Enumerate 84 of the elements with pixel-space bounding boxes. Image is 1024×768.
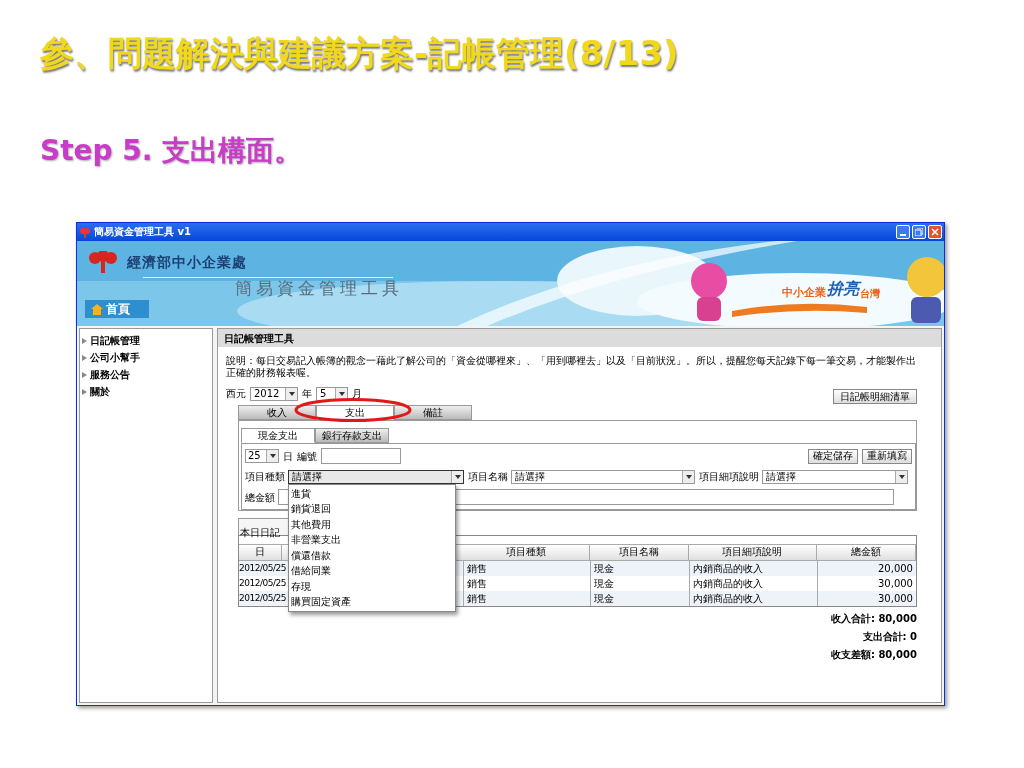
field-label: 項目細項說明 [699, 470, 759, 484]
save-button[interactable]: 確定儲存 [808, 448, 858, 464]
amount-label: 總金額 [245, 490, 275, 505]
total-text: 收入合計: 80,000 [830, 613, 917, 625]
dropdown-option[interactable]: 進貨 [289, 485, 455, 501]
triangle-icon [82, 354, 87, 361]
column-header: 項目種類 [462, 545, 590, 560]
era-label: 西元 [226, 387, 246, 401]
caret-icon [454, 474, 461, 479]
close-icon [931, 228, 939, 236]
journal-list-button[interactable]: 日記帳明細清單 [833, 389, 917, 404]
field-label: 項目種類 [245, 470, 285, 484]
dropdown-field[interactable]: 請選擇 [511, 469, 695, 484]
column-header: 日 [239, 545, 283, 560]
dropdown-button[interactable] [335, 387, 347, 400]
slogan-text: 中小企業 [782, 284, 826, 301]
dropdown-option[interactable]: 非營業支出 [289, 532, 455, 548]
dropdown-field[interactable]: 請選擇 [288, 469, 464, 484]
amount-field[interactable] [278, 489, 894, 505]
column-header: 項目名稱 [589, 545, 689, 560]
sub-tab[interactable]: 現金支出 [241, 428, 315, 443]
year-select[interactable]: 2012 [250, 386, 298, 401]
field-value: 請選擇 [291, 470, 323, 483]
dropdown-button[interactable] [682, 470, 694, 483]
description-text: 說明：每日交易記入帳簿的觀念一藉此了解公司的「資金從哪裡來」、「用到哪裡去」以及「目前狀況」。所以，提醒您每天記錄下每一筆交易，才能製作出正確的財務報表喔。 [226, 355, 917, 379]
dropdown-option[interactable]: 償還借款 [289, 547, 455, 563]
app-icon [79, 226, 91, 238]
table-cell: 內銷商品的收入 [689, 591, 818, 606]
column-header: 總金額 [817, 545, 916, 560]
dropdown-option[interactable]: 借給同業 [289, 563, 455, 579]
tab[interactable]: 收入 [238, 405, 316, 420]
app-name: 簡易資金管理工具 [235, 278, 404, 298]
year-label: 年 [302, 387, 312, 401]
caret-icon [685, 474, 692, 479]
column-header: 項目細項說明 [688, 545, 818, 560]
number-label: 編號 [297, 449, 317, 464]
agency-name: 經濟部中小企業處 [127, 252, 247, 272]
sidebar-item[interactable]: 公司小幫手 [82, 350, 212, 365]
number-field[interactable] [321, 448, 401, 464]
dropdown-button[interactable] [895, 470, 907, 483]
slide-title: 參、問題解決與建議方案-記帳管理(8/13) [40, 33, 679, 73]
month-label: 月 [352, 387, 362, 401]
triangle-icon [82, 371, 87, 378]
sidebar-item[interactable]: 關於 [82, 384, 212, 399]
field-value: 請選擇 [514, 470, 546, 483]
field-label: 項目名稱 [468, 470, 508, 484]
sidebar-item[interactable]: 服務公告 [82, 367, 212, 382]
caret-icon [288, 391, 295, 396]
dropdown-option[interactable]: 存現 [289, 578, 455, 594]
home-icon [91, 303, 103, 315]
sidebar-item[interactable]: 日記帳管理 [82, 333, 212, 348]
home-button[interactable]: 首頁 [85, 300, 149, 318]
day-select[interactable]: 25 [245, 449, 279, 463]
close-button[interactable] [928, 225, 942, 239]
minimize-icon [900, 234, 906, 236]
dropdown-field[interactable]: 請選擇 [762, 469, 908, 484]
sub-tab[interactable]: 銀行存款支出 [315, 428, 389, 443]
restore-button[interactable] [912, 225, 926, 239]
table-cell: 現金 [590, 591, 689, 606]
caret-icon [898, 474, 905, 479]
reset-button[interactable]: 重新填寫 [862, 448, 912, 464]
slide-subtitle: Step 5. 支出構面。 [40, 134, 303, 167]
minimize-button[interactable] [896, 225, 910, 239]
dropdown-button[interactable] [285, 387, 297, 400]
total-text: 支出合計: 0 [862, 631, 917, 643]
restore-icon [915, 228, 923, 236]
table-cell: 30,000 [817, 591, 916, 606]
day-label: 日 [283, 449, 293, 464]
field-value: 請選擇 [765, 470, 797, 483]
table-cell: 銷售 [463, 591, 591, 606]
month-select[interactable]: 5 [316, 386, 348, 401]
total-text: 收支差額: 80,000 [830, 649, 917, 661]
triangle-icon [82, 337, 87, 344]
slogan-text: 台灣 [860, 288, 880, 301]
panel-title: 日記帳管理工具 [224, 331, 294, 346]
window-title: 簡易資金管理工具 v1 [94, 226, 191, 238]
caret-icon [269, 454, 276, 458]
dropdown-option[interactable]: 銷貨退回 [289, 501, 455, 517]
triangle-icon [82, 388, 87, 395]
dropdown-button[interactable] [266, 450, 278, 462]
tab[interactable]: 備註 [394, 405, 472, 420]
caret-icon [338, 391, 345, 396]
dropdown-option[interactable]: 購買固定資產 [289, 594, 455, 610]
dropdown-button[interactable] [451, 470, 463, 483]
